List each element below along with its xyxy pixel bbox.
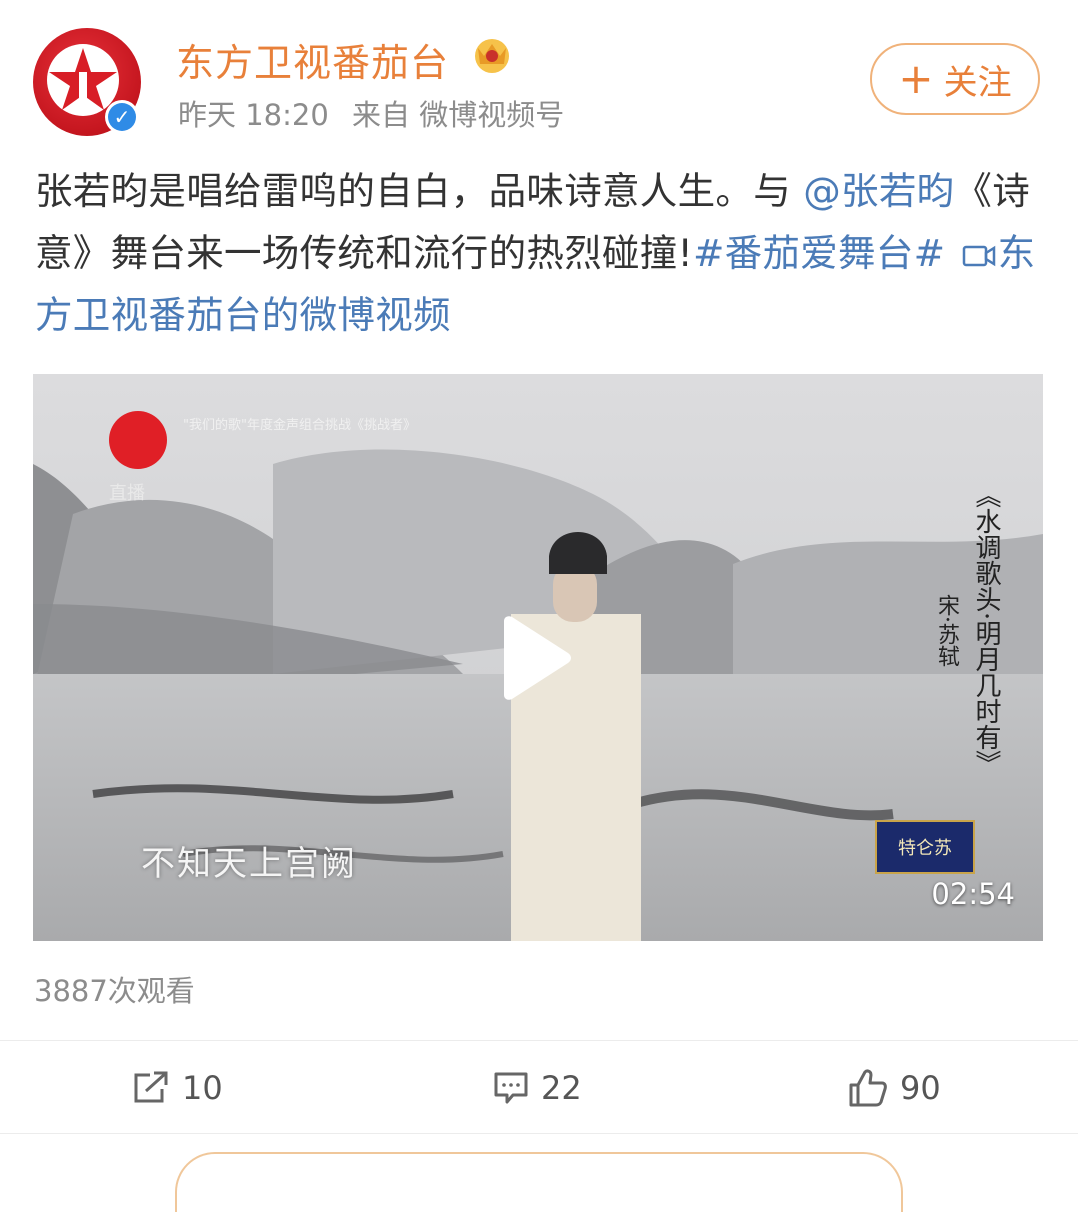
post-header: ✓ 东方卫视番茄台 昨天 18:20 来自 微博视频号 + 关注	[0, 0, 1078, 150]
repost-button[interactable]: 10	[132, 1060, 223, 1116]
bottom-action-bar[interactable]	[175, 1152, 903, 1212]
poem-author: 宋·苏轼	[934, 594, 959, 667]
hashtag-link[interactable]: #番茄爱舞台#	[693, 231, 945, 275]
video-duration: 02:54	[931, 877, 1015, 911]
post-text-plain: 张若昀是唱给雷鸣的自白，品味诗意人生。与	[35, 169, 804, 213]
comment-icon	[494, 1072, 528, 1104]
verified-icon: ✓	[105, 100, 139, 134]
live-indicator: 直播	[109, 483, 145, 504]
divider	[0, 1040, 1078, 1041]
post-source: 来自 微博视频号	[352, 98, 565, 132]
view-count: 3887次观看	[34, 974, 195, 1008]
channel-logo-icon	[109, 411, 167, 469]
divider	[0, 1133, 1078, 1134]
post-text: 张若昀是唱给雷鸣的自白，品味诗意人生。与 @张若昀《诗意》舞台来一场传统和流行的…	[35, 160, 1040, 346]
repost-count: 10	[182, 1069, 223, 1107]
comment-button[interactable]: 22	[493, 1060, 582, 1116]
play-icon[interactable]	[496, 615, 572, 701]
post-meta: 昨天 18:20 来自 微博视频号	[178, 92, 578, 134]
follow-button[interactable]: + 关注	[870, 43, 1040, 115]
comment-count: 22	[541, 1069, 582, 1107]
like-icon	[849, 1069, 887, 1107]
username[interactable]: 东方卫视番茄台	[176, 32, 449, 87]
like-button[interactable]: 90	[848, 1060, 941, 1116]
video-link-icon	[962, 245, 995, 267]
video-player[interactable]: "我们的歌"年度金声组合挑战《挑战者》 直播 《水调歌头·明月几时有》 宋·苏轼…	[33, 374, 1043, 941]
follow-label: 关注	[943, 62, 1012, 103]
crown-icon	[475, 39, 509, 73]
video-overlay-caption: "我们的歌"年度金声组合挑战《挑战者》	[183, 418, 416, 433]
poem-title: 《水调歌头·明月几时有》	[971, 482, 1001, 777]
sponsor-badge: 特仑苏	[875, 820, 975, 874]
post-time: 昨天 18:20	[178, 98, 329, 132]
video-lyric: 不知天上宫阙	[141, 844, 357, 884]
repost-icon	[134, 1071, 168, 1103]
plus-icon: +	[898, 54, 934, 103]
like-count: 90	[900, 1069, 941, 1107]
mention-link[interactable]: @张若昀	[803, 169, 954, 213]
